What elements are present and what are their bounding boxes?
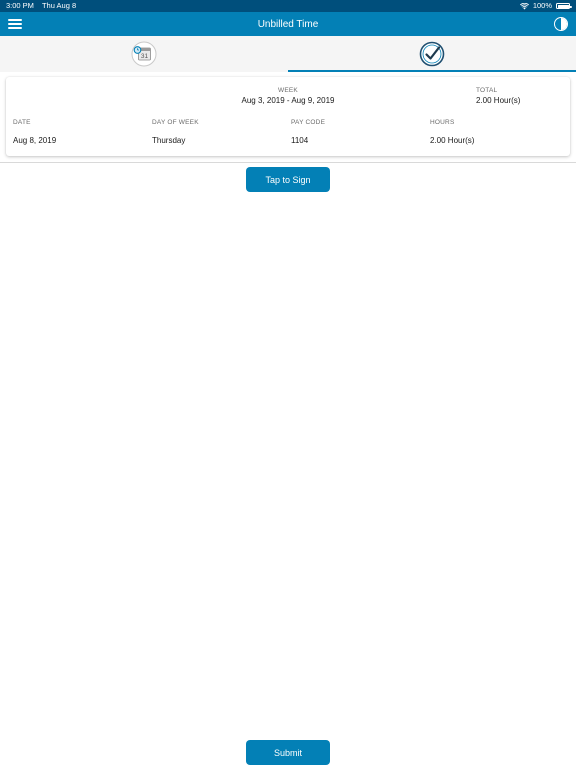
battery-icon: [556, 3, 572, 9]
calendar-day-text: 31: [141, 53, 149, 60]
status-bar: 3:00 PM Thu Aug 8 100%: [0, 0, 576, 12]
column-header-hours: HOURS: [430, 119, 455, 126]
date-column: DATE Aug 8, 2019: [13, 119, 56, 145]
tab-strip: 31: [0, 36, 576, 72]
row-date: Aug 8, 2019: [13, 136, 57, 145]
week-value: Aug 3, 2019 - Aug 9, 2019: [241, 96, 335, 105]
battery-percent: 100%: [532, 1, 552, 10]
status-date: Thu Aug 8: [41, 1, 77, 10]
calendar-icon: 31: [131, 41, 157, 67]
column-header-paycode: PAY CODE: [291, 119, 326, 126]
submit-button[interactable]: Submit: [246, 740, 330, 765]
tab-calendar[interactable]: 31: [0, 36, 288, 72]
status-time: 3:00 PM: [6, 1, 34, 10]
timesheet-card: WEEK Aug 3, 2019 - Aug 9, 2019 TOTAL 2.0…: [6, 77, 570, 156]
hamburger-menu-icon[interactable]: [8, 17, 22, 31]
row-day: Thursday: [152, 136, 186, 145]
column-header-date: DATE: [13, 119, 31, 126]
total-block: TOTAL 2.00 Hour(s): [476, 87, 520, 105]
week-label: WEEK: [278, 87, 298, 94]
row-hours: 2.00 Hour(s): [430, 136, 475, 145]
nav-bar: Unbilled Time: [0, 12, 576, 36]
day-column: DAY OF WEEK Thursday: [152, 119, 199, 145]
app-window: 3:00 PM Thu Aug 8 100% Unbilled Time 31 …: [0, 0, 576, 768]
column-header-day: DAY OF WEEK: [152, 119, 199, 126]
battery-level: [557, 4, 569, 8]
page-title: Unbilled Time: [257, 18, 319, 30]
week-block: WEEK Aug 3, 2019 - Aug 9, 2019: [228, 87, 348, 105]
row-paycode: 1104: [291, 136, 309, 145]
total-value: 2.00 Hour(s): [476, 96, 521, 105]
divider: [0, 162, 576, 163]
hours-column: HOURS 2.00 Hour(s): [430, 119, 474, 145]
status-left: 3:00 PM Thu Aug 8: [6, 0, 76, 12]
check-circle-icon: [419, 41, 445, 67]
total-label: TOTAL: [476, 87, 498, 94]
status-right: 100%: [519, 0, 572, 12]
contrast-toggle-icon[interactable]: [554, 17, 568, 31]
wifi-icon: [519, 2, 529, 9]
tap-to-sign-button[interactable]: Tap to Sign: [246, 167, 330, 192]
paycode-column: PAY CODE 1104: [291, 119, 325, 145]
tab-signature[interactable]: [288, 36, 576, 72]
